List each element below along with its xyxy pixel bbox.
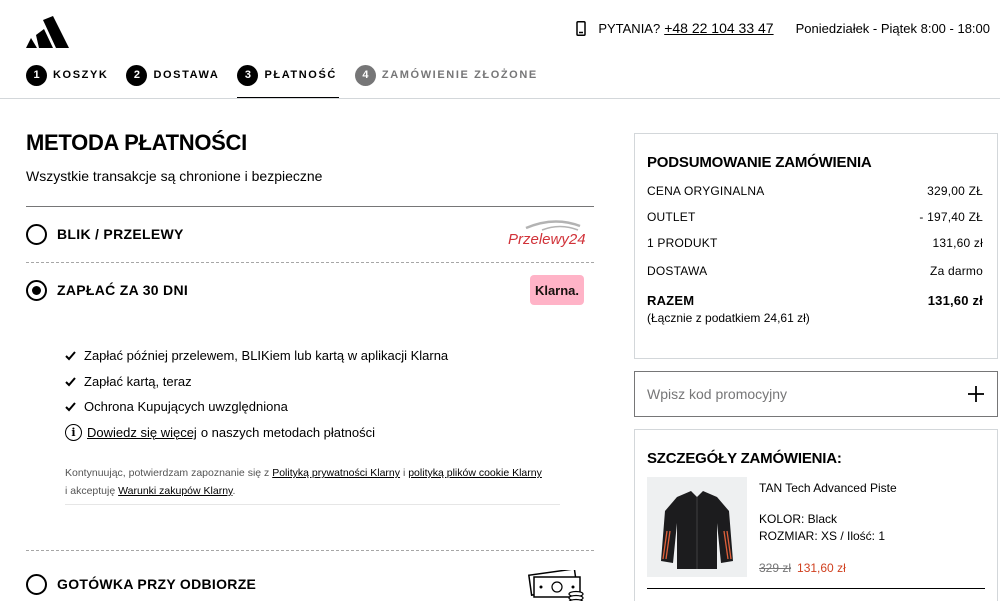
sale-price: 131,60 zł bbox=[797, 561, 846, 575]
step-order-placed: 4 ZAMÓWIENIE ZŁOŻONE bbox=[354, 64, 538, 86]
list-item: Ochrona Kupujących uwzględniona bbox=[65, 394, 448, 420]
step-payment[interactable]: 3 PŁATNOŚĆ bbox=[237, 64, 340, 99]
summary-value: 329,00 ZŁ bbox=[927, 184, 983, 198]
contact-info: PYTANIA? +48 22 104 33 47 Poniedziałek -… bbox=[576, 20, 990, 36]
summary-row: DOSTAWA Za darmo bbox=[647, 264, 983, 278]
phone-link[interactable]: +48 22 104 33 47 bbox=[664, 20, 773, 36]
total-label: RAZEM bbox=[647, 293, 695, 308]
summary-title: PODSUMOWANIE ZAMÓWIENIA bbox=[647, 154, 872, 171]
checkout-steps: 1 KOSZYK 2 DOSTAWA 3 PŁATNOŚĆ 4 ZAMÓWIEN… bbox=[26, 64, 556, 99]
tax-note: (Łącznie z podatkiem 24,61 zł) bbox=[647, 311, 810, 325]
step-label: DOSTAWA bbox=[153, 69, 220, 81]
old-price: 329 zł bbox=[759, 561, 792, 575]
page-subtitle: Wszystkie transakcje są chronione i bezp… bbox=[26, 168, 323, 184]
step-number: 2 bbox=[126, 64, 148, 86]
check-icon bbox=[65, 377, 76, 387]
summary-total-row: RAZEM 131,60 zł bbox=[647, 293, 983, 308]
payment-option-label: BLIK / PRZELEWY bbox=[57, 226, 184, 242]
details-title: SZCZEGÓŁY ZAMÓWIENIA: bbox=[647, 450, 842, 467]
przelewy24-logo: Przelewy24 bbox=[508, 220, 586, 248]
payment-option-label: ZAPŁAĆ ZA 30 DNI bbox=[57, 282, 189, 298]
page-title: METODA PŁATNOŚCI bbox=[26, 130, 247, 155]
step-label: KOSZYK bbox=[53, 69, 109, 81]
klarna-cookie-link[interactable]: polityką plików cookie Klarny bbox=[408, 467, 542, 479]
details-divider bbox=[647, 588, 985, 589]
step-cart[interactable]: 1 KOSZYK bbox=[26, 64, 108, 86]
klarna-logo: Klarna. bbox=[530, 275, 584, 305]
total-value: 131,60 zł bbox=[927, 293, 983, 308]
header-divider bbox=[0, 98, 1000, 99]
step-number: 1 bbox=[26, 64, 47, 86]
summary-row: CENA ORYGINALNA 329,00 ZŁ bbox=[647, 184, 983, 198]
phone-icon bbox=[576, 20, 587, 36]
order-summary: PODSUMOWANIE ZAMÓWIENIA CENA ORYGINALNA … bbox=[634, 133, 998, 359]
list-item: Zapłać później przelewem, BLIKiem lub ka… bbox=[65, 343, 448, 369]
step-label: ZAMÓWIENIE ZŁOŻONE bbox=[381, 69, 538, 81]
learn-more-link[interactable]: Dowiedz się więcej bbox=[87, 425, 197, 440]
legal-divider bbox=[65, 504, 560, 505]
radio-button-selected[interactable] bbox=[26, 279, 47, 301]
summary-value: 131,60 zł bbox=[932, 236, 983, 250]
klarna-benefits: Zapłać później przelewem, BLIKiem lub ka… bbox=[65, 343, 448, 420]
product-price: 329 zł 131,60 zł bbox=[759, 561, 846, 575]
benefit-text: Ochrona Kupujących uwzględniona bbox=[84, 399, 288, 415]
info-icon: i bbox=[65, 424, 82, 441]
order-details: SZCZEGÓŁY ZAMÓWIENIA: TAN Tech Advanced … bbox=[634, 429, 998, 601]
step-number: 3 bbox=[237, 64, 259, 86]
opening-hours: Poniedziałek - Piątek 8:00 - 18:00 bbox=[795, 20, 990, 36]
summary-value: - 197,40 ZŁ bbox=[919, 210, 983, 224]
summary-label: CENA ORYGINALNA bbox=[647, 184, 765, 198]
list-item: Zapłać kartą, teraz bbox=[65, 369, 448, 395]
step-label: PŁATNOŚĆ bbox=[264, 69, 337, 81]
klarna-terms-link[interactable]: Warunki zakupów Klarny bbox=[118, 485, 232, 497]
check-icon bbox=[65, 402, 76, 412]
legal-text: i bbox=[402, 467, 406, 479]
klarna-legal-text: Kontynuując, potwierdzam zapoznanie się … bbox=[65, 464, 565, 500]
p24-logo-text: Przelewy24 bbox=[508, 231, 586, 248]
payment-option-klarna[interactable]: ZAPŁAĆ ZA 30 DNI Klarna. bbox=[26, 262, 594, 318]
radio-button[interactable] bbox=[26, 223, 47, 245]
summary-row: 1 PRODUKT 131,60 zł bbox=[647, 236, 983, 250]
summary-label: DOSTAWA bbox=[647, 264, 708, 278]
divider bbox=[26, 550, 594, 551]
summary-label: OUTLET bbox=[647, 210, 696, 224]
benefit-text: Zapłać kartą, teraz bbox=[84, 373, 192, 389]
product-name[interactable]: TAN Tech Advanced Piste bbox=[759, 481, 897, 495]
plus-icon[interactable] bbox=[967, 385, 985, 403]
product-image[interactable] bbox=[647, 477, 747, 577]
summary-label: 1 PRODUKT bbox=[647, 236, 718, 250]
promo-code-input[interactable] bbox=[647, 386, 927, 402]
cash-icon bbox=[528, 570, 584, 601]
product-color: KOLOR: Black bbox=[759, 512, 838, 526]
promo-code-box[interactable] bbox=[634, 371, 998, 417]
product-size-qty: ROZMIAR: XS / Ilość: 1 bbox=[759, 529, 886, 543]
payment-option-label: GOTÓWKA PRZY ODBIORZE bbox=[57, 576, 257, 592]
check-icon bbox=[65, 351, 76, 361]
legal-text: Kontynuując, potwierdzam zapoznanie się … bbox=[65, 467, 270, 479]
learn-more-row: i Dowiedz się więcej o naszych metodach … bbox=[65, 424, 375, 441]
step-number: 4 bbox=[354, 64, 376, 86]
payment-option-cash[interactable]: GOTÓWKA PRZY ODBIORZE bbox=[26, 556, 594, 601]
benefit-text: Zapłać później przelewem, BLIKiem lub ka… bbox=[84, 348, 449, 364]
step-delivery[interactable]: 2 DOSTAWA bbox=[126, 64, 219, 86]
radio-button[interactable] bbox=[26, 573, 47, 595]
legal-text: i akceptuję bbox=[65, 485, 116, 497]
legal-text: . bbox=[232, 485, 236, 497]
payment-option-blik[interactable]: BLIK / PRZELEWY Przelewy24 bbox=[26, 206, 594, 262]
learn-more-text: o naszych metodach płatności bbox=[200, 425, 375, 440]
summary-row: OUTLET - 197,40 ZŁ bbox=[647, 210, 983, 224]
klarna-privacy-link[interactable]: Polityką prywatności Klarny bbox=[272, 467, 400, 479]
questions-label: PYTANIA? bbox=[598, 20, 661, 36]
summary-value: Za darmo bbox=[930, 264, 983, 278]
adidas-logo[interactable] bbox=[26, 16, 78, 48]
